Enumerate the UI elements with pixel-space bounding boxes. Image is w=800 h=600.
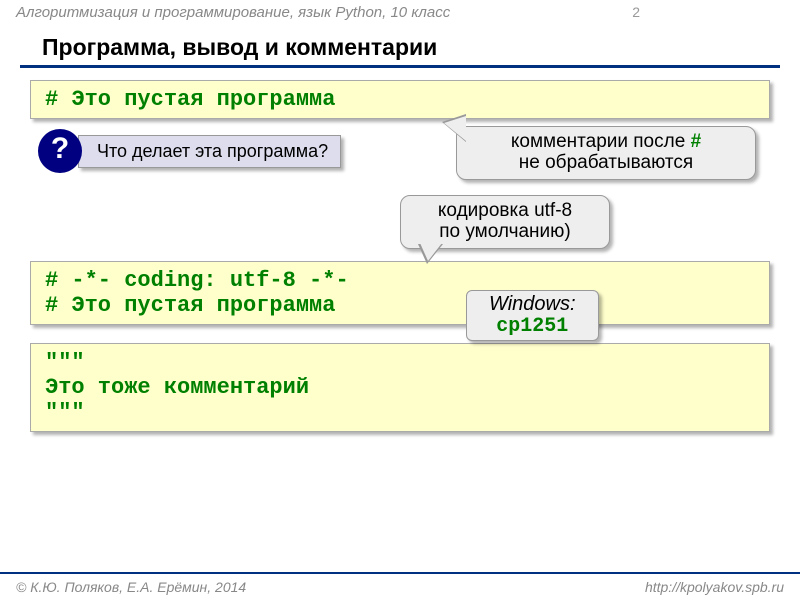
footer-url: http://kpolyakov.spb.ru xyxy=(645,579,784,595)
callout-tail xyxy=(420,243,442,261)
slide-footer: © К.Ю. Поляков, Е.А. Ерёмин, 2014 http:/… xyxy=(0,572,800,600)
course-title: Алгоритмизация и программирование, язык … xyxy=(16,4,450,21)
code-block-2: # -*- coding: utf-8 -*- # Это пустая про… xyxy=(30,261,770,325)
footer-copyright: © К.Ю. Поляков, Е.А. Ерёмин, 2014 xyxy=(16,579,246,595)
callout-text-before: комментарии после xyxy=(511,131,691,152)
code-line: Это тоже комментарий xyxy=(45,375,755,400)
slide-header: Алгоритмизация и программирование, язык … xyxy=(0,0,800,28)
callout-encoding: кодировка utf-8 по умолчанию) xyxy=(400,195,610,249)
question-mark-icon: ? xyxy=(38,129,82,173)
question-text: Что делает эта программа? xyxy=(78,135,341,168)
hash-symbol: # xyxy=(691,131,702,152)
code-line: # Это пустая программа xyxy=(45,87,755,112)
page-number: 2 xyxy=(632,4,640,20)
code-line: """ xyxy=(45,400,755,425)
windows-value: cp1251 xyxy=(496,315,568,338)
slide-title: Программа, вывод и комментарии xyxy=(20,28,780,68)
callout-comments: комментарии после # не обрабатываются xyxy=(456,126,756,180)
windows-note: Windows: cp1251 xyxy=(466,290,599,341)
code-line: # Это пустая программа xyxy=(45,293,755,318)
callout-line2: по умолчанию) xyxy=(439,221,570,242)
callout-text-after: не обрабатываются xyxy=(519,152,693,173)
code-line: """ xyxy=(45,350,755,375)
callout-line1: кодировка utf-8 xyxy=(438,200,572,221)
code-block-3: """ Это тоже комментарий """ xyxy=(30,343,770,432)
code-line: # -*- coding: utf-8 -*- xyxy=(45,268,755,293)
windows-label: Windows: xyxy=(489,293,576,315)
code-block-1: # Это пустая программа xyxy=(30,80,770,119)
callout-tail xyxy=(444,116,466,141)
